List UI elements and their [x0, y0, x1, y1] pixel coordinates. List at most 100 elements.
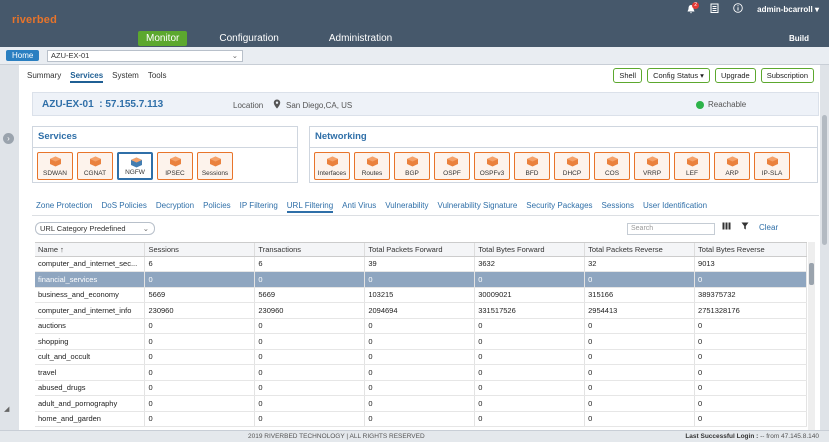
location-value: San Diego,CA, US [286, 101, 353, 110]
table-row[interactable]: computer_and_internet_info 230960 230960 20… [35, 302, 807, 319]
table-cell: 30009021 [474, 287, 586, 303]
network-arp-button[interactable]: ARP [714, 152, 750, 180]
table-row[interactable]: cult_and_occult 0 0 0 0 0 0 [35, 349, 807, 365]
network-vrrp-button[interactable]: VRRP [634, 152, 670, 180]
subnav-services[interactable]: Services [70, 71, 104, 83]
riverbed-logo[interactable]: riverbed [12, 14, 57, 26]
table-cell: 0 [254, 349, 366, 365]
tab-sessions[interactable]: Sessions [602, 201, 634, 213]
table-cell: 0 [694, 318, 807, 334]
column-header[interactable]: Sessions [144, 243, 256, 257]
bell-icon[interactable]: 2 [686, 2, 700, 14]
table-row[interactable]: adult_and_pornography 0 0 0 0 0 0 [35, 395, 807, 412]
search-input[interactable]: Search [627, 223, 715, 235]
table-cell: 0 [144, 349, 256, 365]
config-status-button[interactable]: Config Status ▾ [647, 68, 710, 83]
table-row[interactable]: abused_drugs 0 0 0 0 0 0 [35, 380, 807, 396]
ospf-icon [446, 156, 459, 167]
table-row[interactable]: shopping 0 0 0 0 0 0 [35, 333, 807, 350]
clear-button[interactable]: Clear [759, 223, 778, 232]
network-bfd-button[interactable]: BFD [514, 152, 550, 180]
tab-url-filtering[interactable]: URL Filtering [286, 201, 334, 213]
home-button[interactable]: Home [6, 50, 40, 61]
tab-policies[interactable]: Policies [203, 201, 231, 213]
last-login-value: -- from 47.145.8.140 [760, 433, 819, 440]
network-ospfv3-button[interactable]: OSPFv3 [474, 152, 510, 180]
service-ipsec-button[interactable]: IPSEC [157, 152, 193, 180]
network-bgp-button[interactable]: BGP [394, 152, 430, 180]
tab-dos-policies[interactable]: DoS Policies [101, 201, 146, 213]
table-row[interactable]: travel 0 0 0 0 0 0 [35, 364, 807, 381]
subnav-summary[interactable]: Summary [27, 71, 61, 83]
table-cell: 0 [584, 318, 696, 334]
table-cell: 0 [584, 411, 696, 427]
nav-administration[interactable]: Administration [321, 31, 400, 46]
column-header[interactable]: Total Packets Reverse [584, 243, 696, 257]
column-header[interactable]: Transactions [254, 243, 366, 257]
service-cgnat-button[interactable]: CGNAT [77, 152, 113, 180]
service-sessions-button[interactable]: Sessions [197, 152, 233, 180]
table-cell: 331517526 [474, 302, 586, 319]
tab-security-packages[interactable]: Security Packages [526, 201, 592, 213]
table-row[interactable]: financial_services 0 0 0 0 0 0 [35, 271, 807, 288]
tab-zone-protection[interactable]: Zone Protection [36, 201, 92, 213]
bgp-icon [406, 156, 419, 167]
network-routes-button[interactable]: Routes [354, 152, 390, 180]
table-cell: 0 [254, 271, 366, 288]
page-scrollbar-thumb[interactable] [822, 115, 827, 245]
nav-configuration[interactable]: Configuration [211, 31, 286, 46]
upgrade-button[interactable]: Upgrade [714, 68, 756, 83]
filter-icon[interactable] [741, 222, 749, 232]
tab-ip-filtering[interactable]: IP Filtering [240, 201, 278, 213]
category-name-cell: auctions [35, 318, 146, 334]
build-link[interactable]: Build [789, 34, 809, 43]
table-cell: 0 [364, 318, 476, 334]
network-item-label: OSPF [443, 170, 461, 177]
resize-handle-icon[interactable]: ◢ [4, 405, 9, 413]
service-ngfw-button[interactable]: NGFW [117, 152, 153, 180]
network-interfaces-button[interactable]: Interfaces [314, 152, 350, 180]
columns-icon[interactable] [722, 222, 731, 232]
network-ospf-button[interactable]: OSPF [434, 152, 470, 180]
column-header[interactable]: Name ↑ [35, 243, 146, 257]
tab-vulnerability[interactable]: Vulnerability [385, 201, 428, 213]
table-scrollbar-thumb[interactable] [809, 263, 814, 285]
clipboard-icon[interactable] [710, 3, 719, 15]
last-login: Last Successful Login : -- from 47.145.8… [685, 433, 819, 440]
tab-user-identification[interactable]: User Identification [643, 201, 707, 213]
subnav-tools[interactable]: Tools [148, 71, 167, 83]
table-row[interactable]: home_and_garden 0 0 0 0 0 0 [35, 411, 807, 427]
column-header[interactable]: Total Bytes Reverse [694, 243, 807, 257]
network-dhcp-button[interactable]: DHCP [554, 152, 590, 180]
column-header[interactable]: Total Packets Forward [364, 243, 476, 257]
network-ip-sla-button[interactable]: IP-SLA [754, 152, 790, 180]
table-row[interactable]: computer_and_internet_sec... 6 6 39 3632 32 90… [35, 256, 807, 272]
device-select[interactable]: AZU-EX-01 ⌄ [47, 50, 243, 62]
table-row[interactable]: auctions 0 0 0 0 0 0 [35, 318, 807, 334]
nav-monitor[interactable]: Monitor [138, 31, 188, 46]
table-cell: 0 [254, 333, 366, 350]
network-cos-button[interactable]: COS [594, 152, 630, 180]
table-cell: 0 [144, 271, 256, 288]
table-cell: 0 [584, 271, 696, 288]
table-row[interactable]: business_and_economy 5669 5669 103215 300090… [35, 287, 807, 303]
service-sdwan-button[interactable]: SDWAN [37, 152, 73, 180]
url-category-select[interactable]: URL Category Predefined ⌄ [35, 222, 155, 235]
table-cell: 230960 [254, 302, 366, 319]
table-cell: 32 [584, 256, 696, 272]
tab-decryption[interactable]: Decryption [156, 201, 194, 213]
info-icon[interactable] [733, 3, 743, 15]
shell-button[interactable]: Shell [613, 68, 643, 83]
tab-vulnerability-signature[interactable]: Vulnerability Signature [438, 201, 518, 213]
column-header[interactable]: Total Bytes Forward [474, 243, 586, 257]
chevron-down-icon: ▾ [814, 4, 819, 14]
subnav-system[interactable]: System [112, 71, 139, 83]
subscription-button[interactable]: Subscription [760, 68, 814, 83]
tab-anti-virus[interactable]: Anti Virus [342, 201, 376, 213]
user-menu[interactable]: admin-bcarroll ▾ [757, 5, 819, 14]
network-lef-button[interactable]: LEF [674, 152, 710, 180]
expand-arrow-icon[interactable]: › [3, 133, 14, 144]
table-cell: 0 [474, 271, 586, 288]
table-cell: 2751328176 [694, 302, 807, 319]
category-name-cell: computer_and_internet_info [35, 302, 146, 319]
